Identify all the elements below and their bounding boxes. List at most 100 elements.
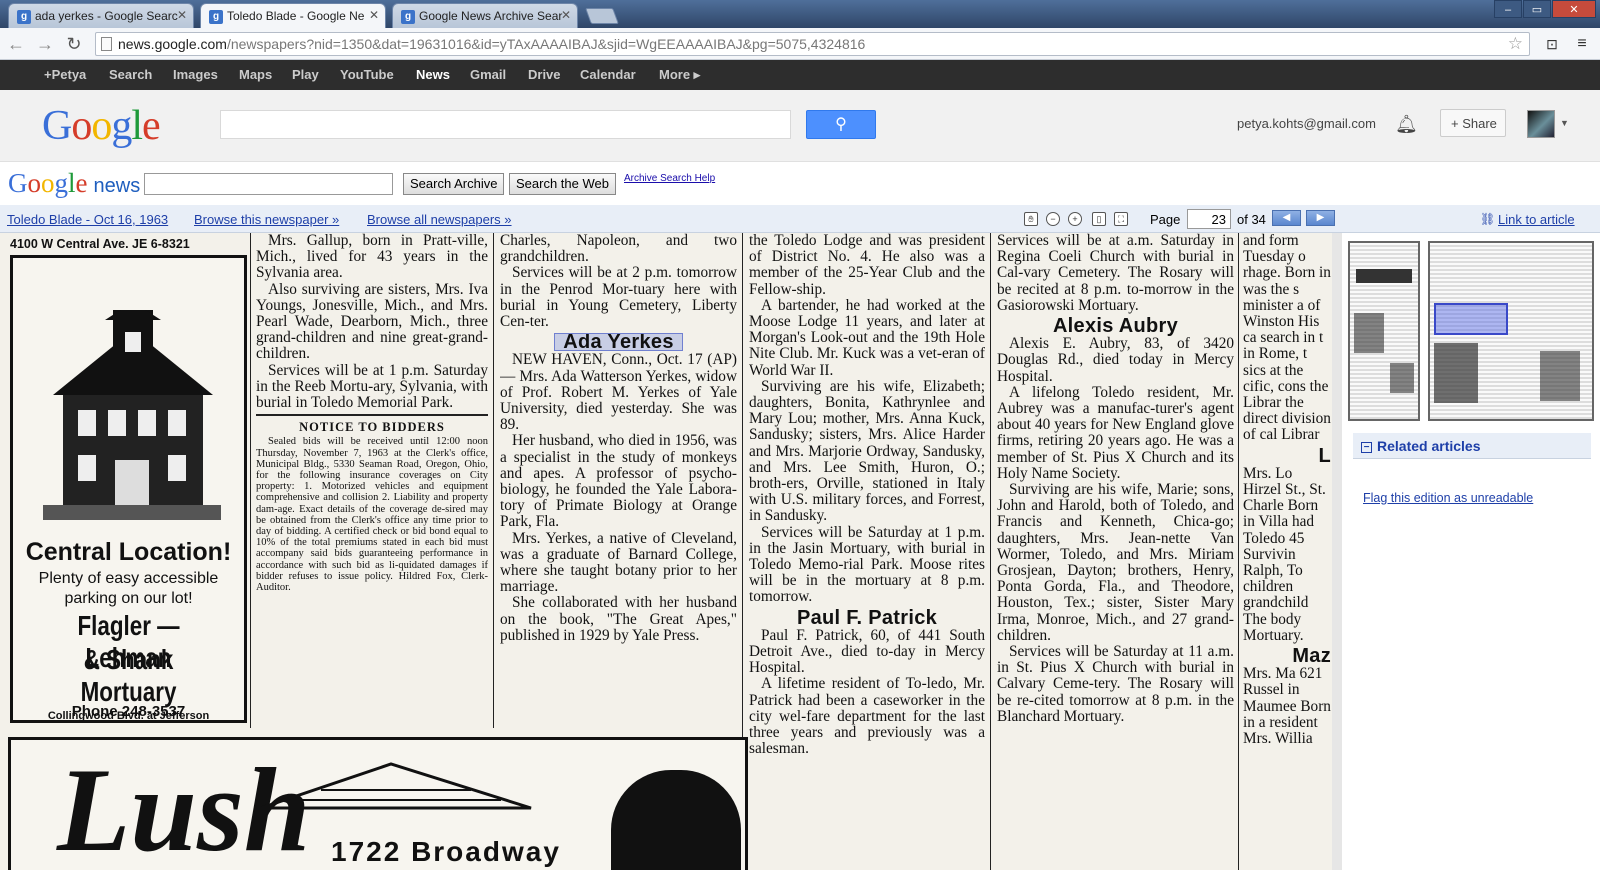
thumb-block	[1540, 351, 1580, 401]
next-page-button[interactable]: ▶	[1306, 210, 1335, 226]
google-favicon-icon: g	[401, 10, 415, 24]
news-wordmark: news	[93, 175, 141, 197]
close-icon[interactable]: ✕	[561, 8, 571, 22]
gbar-gmail[interactable]: Gmail	[470, 67, 506, 82]
gbar-youtube[interactable]: YouTube	[340, 67, 394, 82]
paper-title-link[interactable]: Toledo Blade - Oct 16, 1963	[7, 212, 168, 227]
menu-icon[interactable]: ≡	[1570, 32, 1594, 56]
bookmark-star-icon[interactable]: ☆	[1508, 34, 1523, 54]
previous-page-button[interactable]: ◀	[1272, 210, 1301, 226]
aubry-paragraph-2: A lifelong Toledo resident, Mr. Aubrey w…	[997, 383, 1234, 482]
notification-bell-icon[interactable]: 🔔︎	[1395, 114, 1418, 135]
gbar-maps[interactable]: Maps	[239, 67, 272, 82]
arrow-left-icon: ◀	[1282, 212, 1291, 223]
search-archive-button[interactable]: Search Archive	[403, 173, 505, 195]
lush-ad: Lush 1722 Broadway	[8, 737, 748, 870]
col5-paragraph-1: Services will be at a.m. Saturday in Reg…	[997, 233, 1234, 314]
notice-to-bidders-body: Sealed bids will be received until 12:00…	[256, 436, 488, 594]
ad-headline: Central Location!	[25, 538, 232, 566]
window-close-icon[interactable]: ✕	[1552, 0, 1596, 18]
ad-name2: & Shank	[83, 644, 174, 675]
chevron-down-icon[interactable]: ▼	[1560, 118, 1569, 128]
google-search-input[interactable]	[220, 110, 791, 139]
gbar-play[interactable]: Play	[292, 67, 319, 82]
flag-edition-link[interactable]: Flag this edition as unreadable	[1363, 491, 1533, 505]
viewport-indicator[interactable]	[1434, 303, 1508, 335]
page-count: of 34	[1237, 212, 1266, 227]
zoom-out-icon[interactable]: −	[1046, 212, 1060, 226]
avatar[interactable]	[1527, 110, 1555, 138]
mortuary-ad: Central Location! Plenty of easy accessi…	[10, 255, 247, 723]
related-articles-header[interactable]: − Related articles	[1353, 433, 1591, 459]
ad-line1: Plenty of easy accessible	[38, 570, 219, 587]
gbar-drive[interactable]: Drive	[528, 67, 561, 82]
roof-illustration	[261, 762, 532, 810]
kuck-paragraph-4: Services will be Saturday at 1 p.m. in t…	[749, 523, 985, 606]
archive-search-input[interactable]	[144, 173, 393, 195]
browse-all-newspapers-link[interactable]: Browse all newspapers »	[367, 212, 512, 227]
forward-arrow-icon[interactable]: →	[33, 32, 57, 56]
thumb-block	[1354, 313, 1384, 353]
mortuary-building-illustration	[43, 310, 221, 520]
tab-ada-yerkes-search[interactable]: g ada yerkes - Google Searc ✕	[8, 3, 194, 28]
google-news-logo[interactable]: Google news	[8, 168, 140, 199]
search-web-button[interactable]: Search the Web	[509, 173, 616, 195]
man-portrait-silhouette	[611, 770, 741, 870]
maximize-icon[interactable]: ▭	[1523, 0, 1551, 18]
zoom-in-icon[interactable]: +	[1068, 212, 1082, 226]
google-logo[interactable]: Google	[42, 102, 161, 150]
search-hit-highlight[interactable]: Ada Yerkes	[554, 332, 683, 352]
browse-this-newspaper-link[interactable]: Browse this newspaper »	[194, 212, 339, 227]
browser-toolbar: ← → ↻ news.google.com/newspapers?nid=135…	[0, 28, 1600, 60]
column-2: Mrs. Gallup, born in Pratt-ville, Mich.,…	[256, 233, 488, 728]
tab-news-archive-search[interactable]: g Google News Archive Sear ✕	[392, 3, 578, 28]
link-to-article[interactable]: Link to article	[1498, 212, 1575, 227]
col3-paragraph-2: Services will be at 2 p.m. tomorrow in t…	[500, 264, 737, 331]
newspaper-page-viewer[interactable]: 4100 W Central Ave. JE 6-8321 Central Lo…	[0, 233, 1342, 870]
gbar-calendar[interactable]: Calendar	[580, 67, 636, 82]
aubry-paragraph-4: Services will be Saturday at 11 a.m. in …	[997, 643, 1234, 725]
search-button[interactable]: ⚲	[806, 110, 876, 139]
ad-phone: Phone 248-3537	[71, 703, 186, 720]
link-icon: ⛓	[1480, 212, 1496, 226]
fit-width-icon[interactable]: ▯	[1092, 212, 1106, 226]
hand-tool-icon[interactable]: ✋︎	[1024, 212, 1038, 226]
gbar-images[interactable]: Images	[173, 67, 218, 82]
page-number-input[interactable]	[1187, 209, 1231, 229]
kuck-paragraph-1: the Toledo Lodge and was president of Di…	[749, 233, 985, 298]
close-icon[interactable]: ✕	[177, 8, 187, 22]
minimize-icon[interactable]: –	[1494, 0, 1522, 18]
close-icon[interactable]: ✕	[369, 8, 379, 22]
search-icon: ⚲	[835, 116, 847, 133]
yerkes-paragraph-2: Her husband, who died in 1956, was a spe…	[500, 432, 737, 531]
gbar-petya[interactable]: +Petya	[44, 67, 86, 82]
aubry-paragraph-3: Surviving are his wife, Marie; sons, Joh…	[997, 481, 1234, 644]
gbar-search[interactable]: Search	[109, 67, 152, 82]
yerkes-paragraph-1: NEW HAVEN, Conn., Oct. 17 (AP) — Mrs. Ad…	[500, 351, 737, 434]
archive-search-help-link[interactable]: Archive Search Help	[624, 173, 715, 184]
gallup-paragraph-2: Also surviving are sisters, Mrs. Iva You…	[256, 280, 488, 363]
tab-title: ada yerkes - Google Searc	[35, 9, 178, 23]
google-favicon-icon: g	[209, 10, 223, 24]
fullscreen-icon[interactable]: ⛶	[1114, 212, 1128, 226]
gbar-news[interactable]: News	[416, 67, 450, 82]
col3-paragraph-1: Charles, Napoleon, and two grandchildren…	[500, 233, 737, 266]
tab-toledo-blade[interactable]: g Toledo Blade - Google Ne ✕	[200, 3, 386, 29]
current-page-thumbnail[interactable]	[1428, 241, 1594, 421]
account-email[interactable]: petya.kohts@gmail.com	[1237, 116, 1376, 131]
gbar-more[interactable]: More ▸	[659, 67, 700, 83]
column-rule	[990, 233, 991, 870]
tab-title: Google News Archive Sear	[419, 9, 563, 23]
viewer-scrollbar[interactable]	[1332, 233, 1342, 870]
google-bar: +Petya Search Images Maps Play YouTube N…	[0, 60, 1600, 90]
extension-icon[interactable]: ⊡	[1540, 32, 1564, 56]
new-tab-button[interactable]	[585, 8, 619, 24]
address-bar[interactable]: news.google.com/newspapers?nid=1350&dat=…	[95, 32, 1530, 56]
reload-icon[interactable]: ↻	[62, 32, 86, 56]
previous-page-thumbnail[interactable]	[1348, 241, 1420, 421]
column-3: Charles, Napoleon, and two grandchildren…	[500, 233, 737, 728]
back-arrow-icon[interactable]: ←	[4, 32, 28, 56]
collapse-icon[interactable]: −	[1361, 442, 1372, 453]
arrow-right-icon: ▶	[1316, 212, 1325, 223]
share-button[interactable]: + Share	[1440, 109, 1506, 137]
